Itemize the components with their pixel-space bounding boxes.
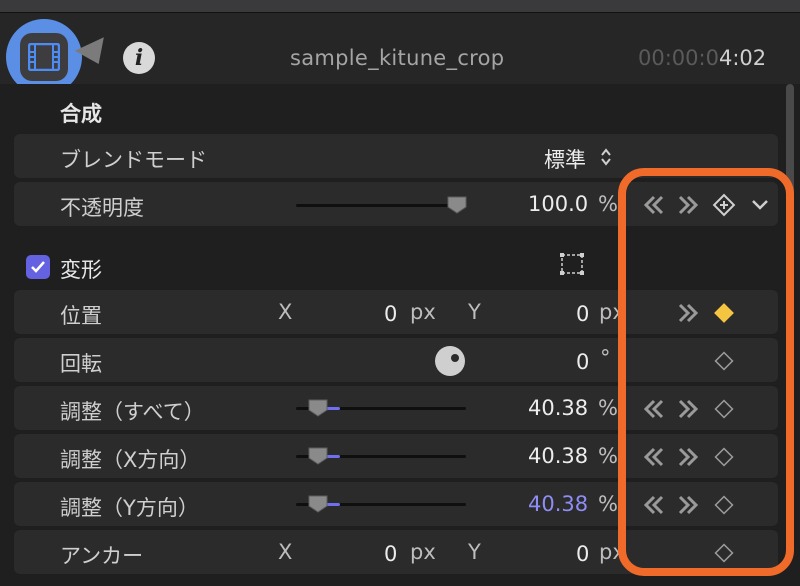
position-x-label: X: [278, 300, 293, 324]
scale-y-unit: %: [598, 492, 618, 516]
anchor-y-label: Y: [468, 540, 481, 564]
timecode-current: 4:02: [718, 46, 767, 70]
anchor-label: アンカー: [60, 544, 144, 568]
opacity-slider[interactable]: [296, 204, 466, 207]
anchor-y-value[interactable]: 0: [576, 542, 589, 566]
film-icon: [28, 43, 60, 71]
opacity-unit: %: [598, 192, 618, 216]
position-label: 位置: [60, 304, 102, 328]
scale-y-label: 調整（Y方向）: [60, 496, 199, 520]
position-y-label: Y: [468, 300, 481, 324]
rotation-value[interactable]: 0: [576, 350, 589, 374]
scale-x-slider-knob[interactable]: [308, 447, 328, 465]
clip-name: sample_kitune_crop: [290, 46, 505, 70]
blend-mode-stepper-icon[interactable]: [600, 148, 612, 166]
keyframe-annotation-highlight: [618, 168, 794, 576]
rotation-label: 回転: [60, 352, 102, 376]
scale-x-label: 調整（X方向）: [60, 448, 201, 472]
info-icon[interactable]: i: [123, 42, 155, 74]
inspector-header: i sample_kitune_crop 00:00:04:02: [0, 12, 800, 95]
position-y-value[interactable]: 0: [576, 302, 589, 326]
scale-all-unit: %: [598, 396, 618, 420]
scale-all-slider-knob[interactable]: [308, 399, 328, 417]
timecode-leading: 00:00:0: [638, 46, 719, 70]
timecode: 00:00:04:02: [638, 46, 766, 70]
rotation-unit: °: [600, 346, 611, 370]
checkmark-icon: [31, 261, 45, 273]
video-inspector-tab[interactable]: [20, 33, 68, 81]
scale-y-slider-knob[interactable]: [308, 495, 328, 513]
scale-x-unit: %: [598, 444, 618, 468]
transform-checkbox[interactable]: [26, 255, 50, 279]
scale-y-value[interactable]: 40.38: [528, 492, 588, 516]
blend-mode-value[interactable]: 標準: [544, 144, 586, 174]
scale-x-value[interactable]: 40.38: [528, 444, 588, 468]
anchor-x-unit: px: [410, 540, 436, 564]
rotation-dial-icon[interactable]: [434, 345, 466, 377]
anchor-x-value[interactable]: 0: [384, 542, 397, 566]
transform-overlay-icon[interactable]: [560, 253, 584, 275]
anchor-x-label: X: [278, 540, 293, 564]
opacity-slider-knob[interactable]: [447, 196, 467, 214]
opacity-label: 不透明度: [60, 196, 144, 220]
scale-all-value[interactable]: 40.38: [528, 396, 588, 420]
transform-title: 変形: [60, 258, 102, 282]
scale-all-label: 調整（すべて）: [60, 400, 205, 424]
position-x-value[interactable]: 0: [384, 302, 397, 326]
blend-mode-label: ブレンドモード: [60, 148, 207, 172]
compositing-title: 合成: [60, 102, 102, 126]
position-x-unit: px: [410, 300, 436, 324]
window-top-bar: [0, 0, 800, 12]
opacity-value[interactable]: 100.0: [528, 192, 588, 216]
